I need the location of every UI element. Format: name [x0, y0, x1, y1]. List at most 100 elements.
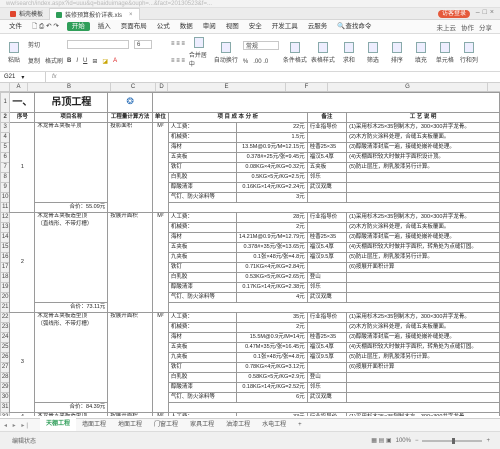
percent-button[interactable]: %	[243, 59, 248, 65]
column-header[interactable]: D	[156, 83, 168, 91]
row-header[interactable]: 15	[0, 242, 11, 253]
desc-cell[interactable]: (1)采用杉木25×35刨制木方，300×300井字龙骨。	[346, 312, 500, 323]
row-header[interactable]: 2	[0, 112, 11, 123]
header-no[interactable]: 序号	[9, 112, 36, 123]
desc-cell[interactable]: (2)木方防火涂料处理，合缝五夹板覆面。	[346, 222, 500, 233]
desc-cell[interactable]	[346, 382, 500, 393]
cost-label[interactable]: 气钉、防火涂料等	[167, 192, 238, 203]
decimal-icons[interactable]: .00 .0	[253, 59, 268, 65]
add-sheet-button[interactable]: +	[292, 419, 308, 432]
item-name[interactable]: 木龙骨五夹板造型顶 （弧线形、不带灯槽）	[34, 312, 109, 403]
row-header[interactable]: 1	[0, 92, 11, 113]
row-header[interactable]: 4	[0, 132, 11, 143]
row-header[interactable]: 28	[0, 372, 11, 383]
sum-button[interactable]: 求和	[339, 36, 359, 69]
login-button[interactable]: 访客登录	[437, 10, 470, 18]
cost-value[interactable]: 2元	[236, 322, 308, 333]
row-header[interactable]: 32	[0, 412, 11, 416]
header-note[interactable]: 备注	[306, 112, 348, 123]
row-header[interactable]: 8	[0, 172, 11, 183]
conditional-format-button[interactable]: 条件格式	[283, 36, 307, 69]
view-mode-icons[interactable]: ▦ ▤ ▣	[371, 437, 391, 444]
browser-tab-templates[interactable]: 稻壳模板	[4, 8, 49, 19]
cost-value[interactable]: 28元	[236, 212, 308, 223]
note-cell[interactable]: 行业指导价	[306, 122, 348, 133]
window-controls[interactable]: –□×	[476, 9, 497, 16]
cost-value[interactable]: 15.5M@0.9元/M=14元	[236, 332, 308, 343]
desc-cell[interactable]: (3)醇酸清漆封底一遍，接缝处嵌补缝处理。	[346, 142, 500, 153]
row-header[interactable]: 3	[0, 122, 11, 133]
cost-label[interactable]: 铁钉	[167, 262, 238, 273]
cost-value[interactable]: 1.5元	[236, 132, 308, 143]
sheet-tab-floor[interactable]: 地面工程	[112, 419, 148, 432]
menu-developer[interactable]: 开发工具	[267, 20, 303, 34]
cost-value[interactable]: 35元	[236, 312, 308, 323]
note-cell[interactable]: 登山	[306, 272, 348, 283]
item-method[interactable]: 按展开面积	[107, 412, 153, 416]
cost-value[interactable]: 2元	[236, 222, 308, 233]
row-header[interactable]: 29	[0, 382, 11, 393]
menu-view[interactable]: 视图	[221, 20, 244, 34]
close-icon[interactable]: ×	[129, 12, 133, 18]
section-number[interactable]: 一、	[9, 92, 36, 113]
menu-insert[interactable]: 插入	[93, 20, 116, 34]
menu-formula[interactable]: 公式	[152, 20, 175, 34]
cost-label[interactable]: 白乳胶	[167, 272, 238, 283]
sheet-tab-plumbing[interactable]: 水电工程	[256, 419, 292, 432]
desc-cell[interactable]: (6)按展开面积计算	[346, 362, 500, 373]
row-header[interactable]: 25	[0, 342, 11, 353]
row-header[interactable]: 9	[0, 182, 11, 193]
desc-cell[interactable]	[346, 392, 500, 403]
cost-value[interactable]: 13.5M@0.9元/M=12.15元	[236, 142, 308, 153]
share-button[interactable]: 分享	[479, 22, 492, 32]
cost-label[interactable]: 醇酸清漆	[167, 382, 238, 393]
desc-cell[interactable]: (6)按展开面积计算	[346, 262, 500, 273]
sheet-tab-paint[interactable]: 油漆工程	[220, 419, 256, 432]
menu-cloud[interactable]: 云服务	[303, 20, 333, 34]
cost-label[interactable]: 醇酸清漆	[167, 282, 238, 293]
desc-cell[interactable]: (1)采用杉木25×35刨制木方，300×300井字龙骨。	[346, 212, 500, 223]
menu-page-layout[interactable]: 页面布局	[116, 20, 152, 34]
desc-cell[interactable]: (4)天棚面积较大时做井字面积，转角处为点缝钉固。	[346, 242, 500, 253]
note-cell[interactable]: 福汉5.4厚	[306, 242, 348, 253]
note-cell[interactable]: 福汉5.4厚	[306, 342, 348, 353]
format-painter-button[interactable]: 格式刷	[45, 56, 63, 65]
cell[interactable]	[151, 92, 500, 113]
cost-label[interactable]: 机械费：	[167, 132, 238, 143]
font-size-select[interactable]: 6	[134, 40, 153, 50]
note-cell[interactable]	[306, 132, 348, 143]
zoom-in-icon[interactable]: +	[486, 438, 490, 444]
cost-value[interactable]: 0.08KG×4元/KG=0.32元	[236, 162, 308, 173]
column-header[interactable]: E	[168, 83, 286, 91]
row-header[interactable]: 17	[0, 262, 11, 273]
underline-button[interactable]: U	[83, 58, 87, 64]
zoom-control[interactable]: ▦ ▤ ▣ 100% − +	[371, 437, 490, 444]
row-header[interactable]: 27	[0, 362, 11, 373]
note-cell[interactable]: 桂香25×35	[306, 232, 348, 243]
desc-cell[interactable]: (1)采用杉木25×35刨制木方，300×300井字龙骨。	[346, 122, 500, 133]
cost-value[interactable]: 0.1张×48元/张=4.8元	[236, 252, 308, 263]
cost-value[interactable]: 0.17KG×14元/KG=2.38元	[236, 282, 308, 293]
row-header[interactable]: 24	[0, 332, 11, 343]
item-name[interactable]: 木龙骨五夹板造型顶	[34, 412, 109, 416]
note-cell[interactable]	[306, 222, 348, 233]
column-header[interactable]: C	[111, 83, 156, 91]
header-desc[interactable]: 工 艺 说 明	[346, 112, 500, 123]
cost-value[interactable]: 0.78KG×4元/KG=3.12元	[236, 362, 308, 373]
desc-cell[interactable]	[346, 372, 500, 383]
cost-value[interactable]: 6元	[236, 392, 308, 403]
border-icon[interactable]: ⊞	[92, 58, 97, 65]
address-bar[interactable]: ww/search/index.aspx?id=uuu&q=baiduimage…	[0, 0, 500, 8]
cost-label[interactable]: 五夹板	[167, 342, 238, 353]
header-unit[interactable]: 单位	[151, 112, 169, 123]
cost-value[interactable]: 33元	[236, 412, 308, 416]
item-number[interactable]: 1	[9, 122, 36, 213]
fill-color-icon[interactable]: ◪	[102, 58, 108, 65]
desc-cell[interactable]: (3)醇酸清漆封底一遍，接缝处嵌补缝处理。	[346, 232, 500, 243]
row-header[interactable]: 23	[0, 322, 11, 333]
number-format-select[interactable]: 常规	[242, 40, 279, 50]
desc-cell[interactable]	[346, 272, 500, 283]
select-all[interactable]	[0, 83, 10, 91]
collab-button[interactable]: 协作	[461, 22, 474, 32]
cost-label[interactable]: 机械费：	[167, 322, 238, 333]
